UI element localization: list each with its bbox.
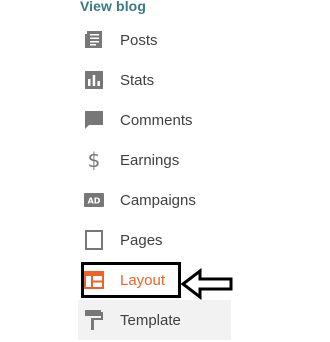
sidebar-item-stats[interactable]: Stats [78, 60, 238, 100]
sidebar-item-label: Stats [120, 71, 155, 89]
layout-icon [82, 268, 106, 292]
sidebar-item-template[interactable]: Template [78, 300, 231, 340]
comments-icon [82, 108, 106, 132]
sidebar-item-label: Pages [120, 231, 163, 249]
sidebar-item-campaigns[interactable]: AD Campaigns [78, 180, 238, 220]
sidebar-item-label: Campaigns [120, 191, 196, 209]
arrow-left-icon [180, 268, 233, 300]
ad-icon: AD [82, 188, 106, 212]
sidebar-item-pages[interactable]: Pages [78, 220, 238, 260]
svg-text:AD: AD [88, 197, 101, 206]
sidebar-item-label: Template [120, 311, 181, 329]
sidebar-item-comments[interactable]: Comments [78, 100, 238, 140]
svg-text:$: $ [88, 149, 101, 171]
sidebar-item-label: Posts [120, 31, 158, 49]
sidebar-item-label: Comments [120, 111, 193, 129]
sidebar-item-label: Layout [120, 271, 166, 289]
dollar-icon: $ [82, 148, 106, 172]
stats-icon [82, 68, 106, 92]
paint-roller-icon [82, 308, 106, 332]
sidebar-item-posts[interactable]: Posts [78, 20, 238, 60]
page-icon [82, 228, 106, 252]
sidebar-item-label: Earnings [120, 151, 180, 169]
posts-icon [82, 28, 106, 52]
sidebar-item-earnings[interactable]: $ Earnings [78, 140, 238, 180]
view-blog-link[interactable]: View blog [80, 0, 146, 14]
